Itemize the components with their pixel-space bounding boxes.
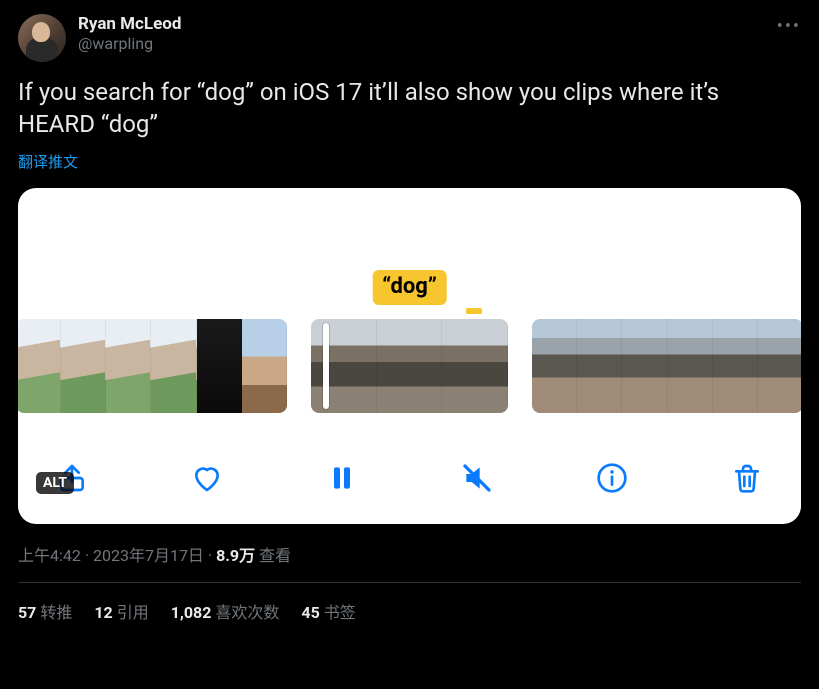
playhead[interactable] bbox=[323, 323, 329, 409]
info-icon[interactable] bbox=[596, 462, 628, 494]
tweet-header: Ryan McLeod @warpling ••• bbox=[18, 14, 801, 62]
timeline-frame bbox=[61, 319, 106, 413]
retweet-count: 57 bbox=[18, 603, 36, 622]
quote-count: 12 bbox=[94, 603, 112, 622]
tweet: Ryan McLeod @warpling ••• If you search … bbox=[0, 0, 819, 633]
timeline-frame bbox=[577, 319, 622, 413]
tweet-meta: 上午4:42 · 2023年7月17日 · 8.9万 查看 bbox=[18, 542, 801, 566]
stat-likes[interactable]: 1,082喜欢次数 bbox=[171, 599, 280, 623]
timeline-frame bbox=[242, 319, 287, 413]
speaker-muted-icon[interactable] bbox=[461, 462, 493, 494]
timeline-frame bbox=[18, 319, 61, 413]
views-count: 8.9万 bbox=[216, 546, 255, 565]
translate-link[interactable]: 翻译推文 bbox=[18, 151, 801, 172]
stat-bookmarks[interactable]: 45 书签 bbox=[301, 599, 355, 623]
stat-retweets[interactable]: 57转推 bbox=[18, 599, 72, 623]
author-block: Ryan McLeod @warpling bbox=[78, 14, 181, 53]
views-label: 查看 bbox=[259, 546, 291, 565]
clip-group-3[interactable] bbox=[532, 319, 801, 413]
bookmark-count: 45 bbox=[301, 603, 319, 622]
handle[interactable]: @warpling bbox=[78, 34, 181, 53]
timeline-frame bbox=[713, 319, 758, 413]
alt-badge[interactable]: ALT bbox=[36, 472, 74, 494]
date[interactable]: 2023年7月17日 bbox=[93, 546, 204, 565]
sep: · bbox=[81, 546, 93, 565]
media-card[interactable]: “dog” bbox=[18, 188, 801, 524]
caption-badge: “dog” bbox=[372, 270, 447, 305]
timeline-frame bbox=[622, 319, 667, 413]
timeline-frame bbox=[442, 319, 508, 413]
stat-quotes[interactable]: 12 引用 bbox=[94, 599, 148, 623]
timeline-frame bbox=[151, 319, 196, 413]
tweet-text: If you search for “dog” on iOS 17 it’ll … bbox=[18, 76, 801, 141]
timeline-frame bbox=[311, 319, 377, 413]
timeline-frame bbox=[668, 319, 713, 413]
bookmark-label: 书签 bbox=[324, 603, 356, 622]
more-icon[interactable]: ••• bbox=[777, 16, 801, 37]
heart-icon[interactable] bbox=[191, 462, 223, 494]
pause-icon[interactable] bbox=[326, 462, 358, 494]
timeline-frame bbox=[377, 319, 443, 413]
timeline-frame bbox=[758, 319, 801, 413]
like-count: 1,082 bbox=[171, 603, 212, 622]
time[interactable]: 上午4:42 bbox=[18, 546, 81, 565]
display-name[interactable]: Ryan McLeod bbox=[78, 14, 181, 34]
clip-group-1[interactable] bbox=[18, 319, 287, 413]
sep: · bbox=[204, 546, 216, 565]
clip-group-2[interactable] bbox=[311, 319, 508, 413]
caption-tick bbox=[466, 308, 482, 314]
timeline-frame bbox=[197, 319, 242, 413]
avatar[interactable] bbox=[18, 14, 66, 62]
quote-label: 引用 bbox=[117, 603, 149, 622]
retweet-label: 转推 bbox=[40, 603, 72, 622]
trash-icon[interactable] bbox=[731, 462, 763, 494]
media-toolbar bbox=[18, 450, 801, 506]
stats-row: 57转推 12 引用 1,082喜欢次数 45 书签 bbox=[18, 583, 801, 623]
timeline[interactable] bbox=[18, 319, 801, 413]
media-wrap: “dog” bbox=[18, 188, 801, 524]
timeline-frame bbox=[532, 319, 577, 413]
timeline-frame bbox=[106, 319, 151, 413]
like-label: 喜欢次数 bbox=[215, 603, 279, 622]
